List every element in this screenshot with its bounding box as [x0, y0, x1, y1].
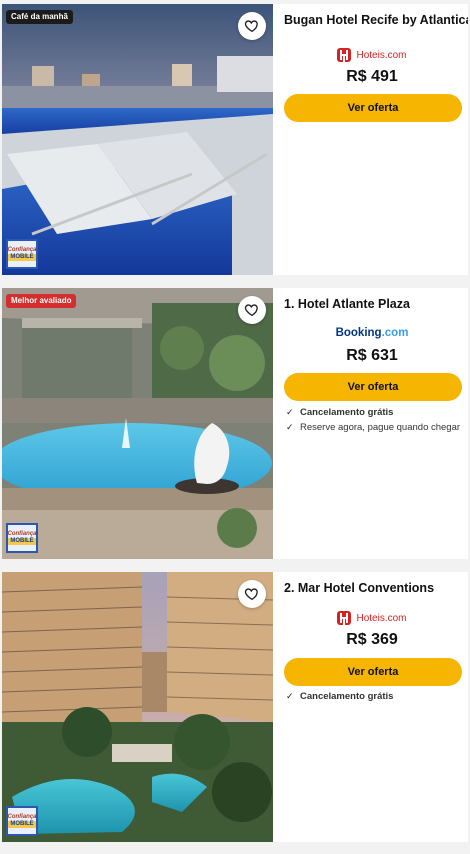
check-icon: ✓: [286, 691, 294, 701]
stamp-bottom-text: MOBILE: [8, 538, 36, 546]
hotel-name[interactable]: 1. Hotel Atlante Plaza: [284, 297, 410, 311]
hotel-info: 2. Mar Hotel Conventions Hoteis.com R$ 3…: [282, 572, 462, 842]
stamp-top-text: Confiança: [7, 813, 37, 820]
heart-icon: [244, 588, 258, 601]
stamp-top-text: Confiança: [7, 246, 37, 253]
perk-text: Cancelamento grátis: [300, 691, 394, 702]
hotel-name[interactable]: Bugan Hotel Recife by Atlantica: [284, 13, 468, 27]
heart-icon: [244, 304, 258, 317]
view-offer-button[interactable]: Ver oferta: [284, 658, 462, 686]
hotel-exterior-image: [2, 572, 273, 842]
perk-text: Cancelamento grátis: [300, 407, 394, 418]
provider-suffix: .com: [381, 327, 409, 339]
hotel-photo[interactable]: Café da manhã Confiança MOBILE: [2, 4, 273, 275]
price: R$ 369: [346, 631, 398, 648]
trust-stamp-icon: Confiança MOBILE: [6, 239, 38, 269]
provider-logo: Hoteis.com: [282, 48, 462, 62]
provider-name: Hoteis.com: [356, 49, 407, 61]
hotel-card[interactable]: Confiança MOBILE 2. Mar Hotel Convention…: [2, 572, 468, 842]
booking-logo: Booking.com: [336, 327, 409, 339]
trust-stamp-icon: Confiança MOBILE: [6, 806, 38, 836]
view-offer-button[interactable]: Ver oferta: [284, 94, 462, 122]
perk-item: ✓ Reserve agora, pague quando chegar: [286, 422, 462, 434]
heart-icon: [244, 20, 258, 33]
hoteis-logo-icon: [337, 611, 352, 625]
provider-name: Hoteis.com: [356, 612, 407, 624]
perk-text: Reserve agora, pague quando chegar: [300, 421, 461, 433]
provider-logo: Hoteis.com: [282, 611, 462, 625]
lobby-fountain-image: [2, 288, 273, 559]
view-offer-button[interactable]: Ver oferta: [284, 373, 462, 401]
hotel-photo[interactable]: Confiança MOBILE: [2, 572, 273, 842]
provider-logo: Booking.com: [282, 327, 462, 339]
check-icon: ✓: [286, 407, 294, 417]
favorite-button[interactable]: [238, 580, 266, 608]
check-icon: ✓: [286, 421, 294, 432]
hoteis-logo-icon: [337, 48, 352, 62]
perk-item: ✓ Cancelamento grátis: [286, 407, 462, 419]
provider-name: Booking: [335, 327, 382, 339]
stamp-top-text: Confiança: [7, 530, 37, 537]
hotel-name[interactable]: 2. Mar Hotel Conventions: [284, 581, 434, 595]
favorite-button[interactable]: [238, 12, 266, 40]
trust-stamp-icon: Confiança MOBILE: [6, 523, 38, 553]
hotel-photo[interactable]: Melhor avaliado Confiança MOBILE: [2, 288, 273, 559]
pool-photo-image: [2, 4, 273, 275]
favorite-button[interactable]: [238, 296, 266, 324]
top-rated-badge: Melhor avaliado: [6, 294, 77, 308]
perks-list: ✓ Cancelamento grátis ✓ Reserve agora, p…: [286, 407, 462, 437]
breakfast-badge: Café da manhã: [6, 10, 73, 24]
hotel-info: 1. Hotel Atlante Plaza Booking.com R$ 63…: [282, 288, 462, 559]
price: R$ 631: [346, 347, 398, 364]
price: R$ 491: [346, 68, 398, 85]
hotel-info: Bugan Hotel Recife by Atlantica Hoteis.c…: [282, 4, 468, 275]
perk-item: ✓ Cancelamento grátis: [286, 691, 462, 703]
perks-list: ✓ Cancelamento grátis: [286, 691, 462, 706]
stamp-bottom-text: MOBILE: [8, 821, 36, 829]
hotel-card[interactable]: Melhor avaliado Confiança MOBILE 1. Hote…: [2, 288, 468, 559]
hotel-card[interactable]: Café da manhã Confiança MOBILE Bugan Hot…: [2, 4, 468, 275]
stamp-bottom-text: MOBILE: [8, 254, 36, 262]
